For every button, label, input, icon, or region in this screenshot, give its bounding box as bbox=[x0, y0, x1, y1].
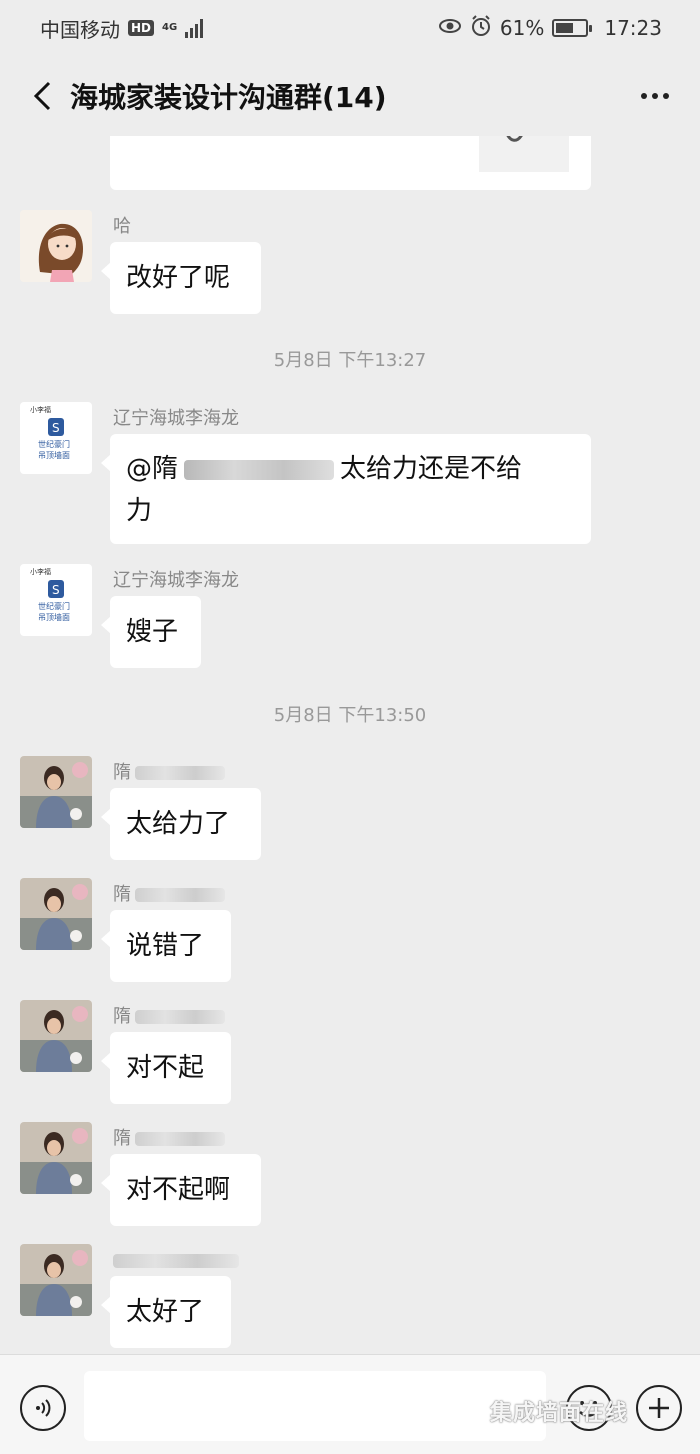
signal-icon bbox=[185, 18, 204, 38]
battery-level bbox=[556, 23, 574, 33]
woman-photo-avatar-icon bbox=[20, 1122, 92, 1194]
partial-message-bubble[interactable] bbox=[110, 136, 591, 190]
dot-icon bbox=[663, 93, 669, 99]
woman-photo-avatar-icon bbox=[20, 756, 92, 828]
woman-photo-avatar-icon bbox=[20, 878, 92, 950]
brand-logo-avatar-icon: 小李福 S 世纪豪门 吊顶墙面 bbox=[20, 402, 92, 474]
back-button[interactable] bbox=[20, 74, 64, 118]
avatar[interactable] bbox=[20, 878, 92, 950]
carrier-name: 中国移动 bbox=[40, 17, 120, 42]
blurred-username bbox=[113, 1254, 239, 1268]
logo-sub-text: 吊顶墙面 bbox=[38, 450, 70, 460]
logo-brand-text: 世纪豪门 bbox=[38, 601, 70, 611]
chevron-left-icon bbox=[33, 81, 51, 111]
message-bubble[interactable]: 嫂子 bbox=[101, 596, 201, 668]
blurred-username bbox=[135, 1132, 225, 1146]
link-thumbnail bbox=[479, 136, 569, 172]
logo-top-text: 小李福 bbox=[30, 567, 51, 576]
avatar[interactable] bbox=[20, 210, 92, 282]
message-bubble[interactable]: 说错了 bbox=[101, 910, 231, 982]
timestamp: 5月8日 下午13:50 bbox=[273, 705, 427, 726]
sender-name: 辽宁海城李海龙 bbox=[113, 570, 239, 591]
woman-photo-avatar-icon bbox=[20, 1000, 92, 1072]
chat-title: 海城家装设计沟通群(14) bbox=[70, 81, 387, 114]
avatar[interactable] bbox=[20, 1000, 92, 1072]
message-text-line2: 力 bbox=[126, 496, 153, 526]
battery-icon bbox=[552, 19, 593, 37]
status-bar: 中国移动 HD 4G 61% 17:23 bbox=[0, 0, 700, 56]
message-input[interactable] bbox=[84, 1371, 546, 1441]
sender-name: 辽宁海城李海龙 bbox=[113, 408, 239, 429]
input-bar: 集成墙面在线 bbox=[0, 1354, 700, 1454]
sender-name: 隋 bbox=[113, 1126, 225, 1152]
message-bubble[interactable]: 对不起啊 bbox=[101, 1154, 261, 1226]
sender-name: 隋 bbox=[113, 1004, 225, 1030]
dot-icon bbox=[641, 93, 647, 99]
message-bubble[interactable]: 太给力了 bbox=[101, 788, 261, 860]
voice-icon bbox=[36, 1399, 51, 1417]
cartoon-girl-avatar-icon bbox=[20, 210, 92, 282]
blurred-username bbox=[184, 459, 335, 480]
logo-letter: S bbox=[52, 421, 60, 435]
clock: 17:23 bbox=[604, 16, 662, 40]
message-bubble[interactable]: 太好了 bbox=[101, 1276, 231, 1348]
woman-photo-avatar-icon bbox=[20, 1244, 92, 1316]
network-type: 4G bbox=[162, 22, 178, 33]
watermark-text: 集成墙面在线 bbox=[490, 1401, 629, 1426]
chat-header: 海城家装设计沟通群(14) bbox=[0, 56, 700, 136]
blurred-username bbox=[135, 888, 225, 902]
timestamp: 5月8日 下午13:27 bbox=[273, 350, 427, 371]
battery-percent: 61% bbox=[499, 16, 545, 40]
more-functions-button[interactable] bbox=[636, 1385, 682, 1431]
sender-name: 哈 bbox=[113, 216, 131, 237]
mention-prefix: @隋 bbox=[126, 454, 179, 484]
sender-name: 隋 bbox=[113, 882, 225, 908]
avatar[interactable] bbox=[20, 1244, 92, 1316]
dot-icon bbox=[652, 93, 658, 99]
logo-top-text: 小李福 bbox=[30, 405, 51, 414]
blurred-username bbox=[135, 1010, 225, 1024]
message-bubble[interactable]: 对不起 bbox=[101, 1032, 231, 1104]
message-text: 太给力还是不给 bbox=[340, 454, 523, 484]
hd-badge: HD bbox=[128, 20, 155, 36]
message-list[interactable]: 哈 改好了呢 5月8日 下午13:27 小李福 S 世纪豪门 吊顶墙面 辽宁海城… bbox=[0, 136, 700, 1354]
alarm-icon bbox=[470, 14, 492, 42]
plus-icon bbox=[649, 1398, 669, 1418]
logo-brand-text: 世纪豪门 bbox=[38, 439, 70, 449]
more-options-button[interactable] bbox=[630, 74, 680, 118]
attachment-icon bbox=[506, 136, 523, 142]
avatar[interactable] bbox=[20, 756, 92, 828]
message-bubble[interactable]: @隋 太给力还是不给 力 bbox=[101, 434, 591, 544]
message-bubble[interactable]: 改好了呢 bbox=[101, 242, 261, 314]
sender-name: 隋 bbox=[113, 760, 225, 786]
voice-input-button[interactable] bbox=[20, 1385, 66, 1431]
avatar[interactable]: 小李福 S 世纪豪门 吊顶墙面 bbox=[20, 564, 92, 636]
brand-logo-avatar-icon: 小李福 S 世纪豪门 吊顶墙面 bbox=[20, 564, 92, 636]
avatar[interactable]: 小李福 S 世纪豪门 吊顶墙面 bbox=[20, 402, 92, 474]
logo-sub-text: 吊顶墙面 bbox=[38, 612, 70, 622]
sender-name bbox=[113, 1248, 239, 1274]
avatar[interactable] bbox=[20, 1122, 92, 1194]
blurred-username bbox=[135, 766, 225, 780]
eye-comfort-icon bbox=[438, 16, 462, 40]
logo-letter: S bbox=[52, 583, 60, 597]
